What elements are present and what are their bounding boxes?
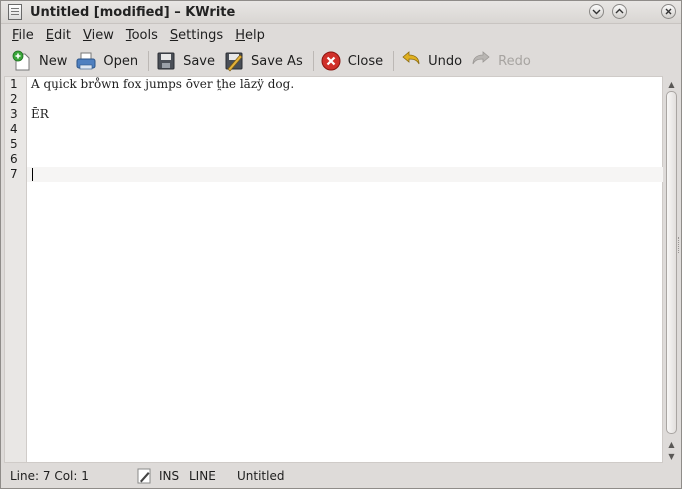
close-red-icon bbox=[321, 51, 341, 71]
status-bar: Line: 7 Col: 1 INS LINE Untitled bbox=[1, 465, 681, 487]
current-line-highlight bbox=[27, 167, 663, 182]
line-number: 1 bbox=[10, 77, 18, 91]
undo-label: Undo bbox=[428, 53, 463, 69]
resize-grip[interactable] bbox=[678, 237, 682, 253]
chevron-up-icon bbox=[615, 8, 624, 14]
main-toolbar: New Open Save Save As Close Undo Redo bbox=[1, 46, 681, 76]
window-title: Untitled [modified] – KWrite bbox=[30, 4, 236, 20]
open-printer-icon bbox=[76, 52, 96, 70]
menu-view[interactable]: View bbox=[77, 28, 120, 43]
line-number: 6 bbox=[10, 152, 18, 166]
undo-button[interactable]: Undo bbox=[398, 47, 468, 75]
minimize-button[interactable] bbox=[589, 4, 604, 19]
menu-settings[interactable]: Settings bbox=[164, 28, 229, 43]
document-name: Untitled bbox=[237, 469, 285, 483]
scroll-down-arrow-icon[interactable]: ▼ bbox=[664, 450, 679, 462]
maximize-button[interactable] bbox=[612, 4, 627, 19]
text-cursor bbox=[32, 168, 33, 181]
redo-label: Redo bbox=[498, 53, 531, 69]
line-number: 2 bbox=[10, 92, 18, 106]
new-document-icon bbox=[12, 50, 30, 71]
toolbar-separator bbox=[148, 51, 150, 71]
scroll-up-arrow-icon[interactable]: ▲ bbox=[664, 78, 679, 90]
close-icon bbox=[665, 8, 672, 15]
redo-button[interactable]: Redo bbox=[468, 47, 537, 75]
close-label: Close bbox=[347, 53, 384, 69]
menu-help[interactable]: Help bbox=[229, 28, 271, 43]
editor-line[interactable]: ĒR bbox=[31, 107, 49, 122]
menu-tools[interactable]: Tools bbox=[120, 28, 164, 43]
save-button[interactable]: Save bbox=[153, 47, 221, 75]
app-document-icon[interactable] bbox=[8, 4, 22, 20]
redo-arrow-icon bbox=[472, 51, 490, 65]
scrollbar-thumb[interactable] bbox=[666, 91, 677, 434]
open-button[interactable]: Open bbox=[73, 47, 144, 75]
save-as-label: Save As bbox=[251, 53, 303, 69]
new-label: New bbox=[39, 53, 68, 69]
menu-file[interactable]: File bbox=[6, 28, 40, 43]
menu-edit[interactable]: Edit bbox=[40, 28, 77, 43]
kwrite-window: Untitled [modified] – KWrite File Edit V… bbox=[0, 0, 682, 489]
toolbar-separator bbox=[393, 51, 395, 71]
close-button[interactable]: Close bbox=[318, 47, 389, 75]
vertical-scrollbar[interactable]: ▲ ▲ ▼ bbox=[664, 76, 679, 463]
cursor-position: Line: 7 Col: 1 bbox=[10, 469, 89, 483]
close-window-button[interactable] bbox=[661, 4, 676, 19]
save-label: Save bbox=[183, 53, 216, 69]
insert-mode-indicator[interactable]: INS bbox=[159, 469, 179, 483]
scroll-up-arrow-icon[interactable]: ▲ bbox=[664, 438, 679, 450]
save-as-icon bbox=[225, 52, 243, 72]
undo-arrow-icon bbox=[402, 51, 420, 65]
save-as-button[interactable]: Save As bbox=[221, 47, 309, 75]
toolbar-separator bbox=[312, 51, 314, 71]
line-number: 3 bbox=[10, 107, 18, 121]
line-number: 4 bbox=[10, 122, 18, 136]
new-button[interactable]: New bbox=[9, 47, 73, 75]
chevron-down-icon bbox=[592, 9, 601, 15]
modified-pencil-icon bbox=[137, 468, 151, 484]
floppy-disk-icon bbox=[157, 52, 175, 70]
text-editor-area[interactable]: 1 2 3 4 5 6 7 A qu̧ick bro̊wn fox jumps … bbox=[4, 76, 663, 463]
selection-mode-indicator[interactable]: LINE bbox=[189, 469, 216, 483]
menu-bar: File Edit View Tools Settings Help bbox=[1, 24, 681, 46]
line-number: 5 bbox=[10, 137, 18, 151]
line-number: 7 bbox=[10, 167, 18, 181]
open-label: Open bbox=[103, 53, 139, 69]
title-bar[interactable]: Untitled [modified] – KWrite bbox=[1, 1, 681, 24]
editor-line[interactable]: A qu̧ick bro̊wn fox jumps ōver t̯he lāzÿ… bbox=[31, 77, 294, 92]
